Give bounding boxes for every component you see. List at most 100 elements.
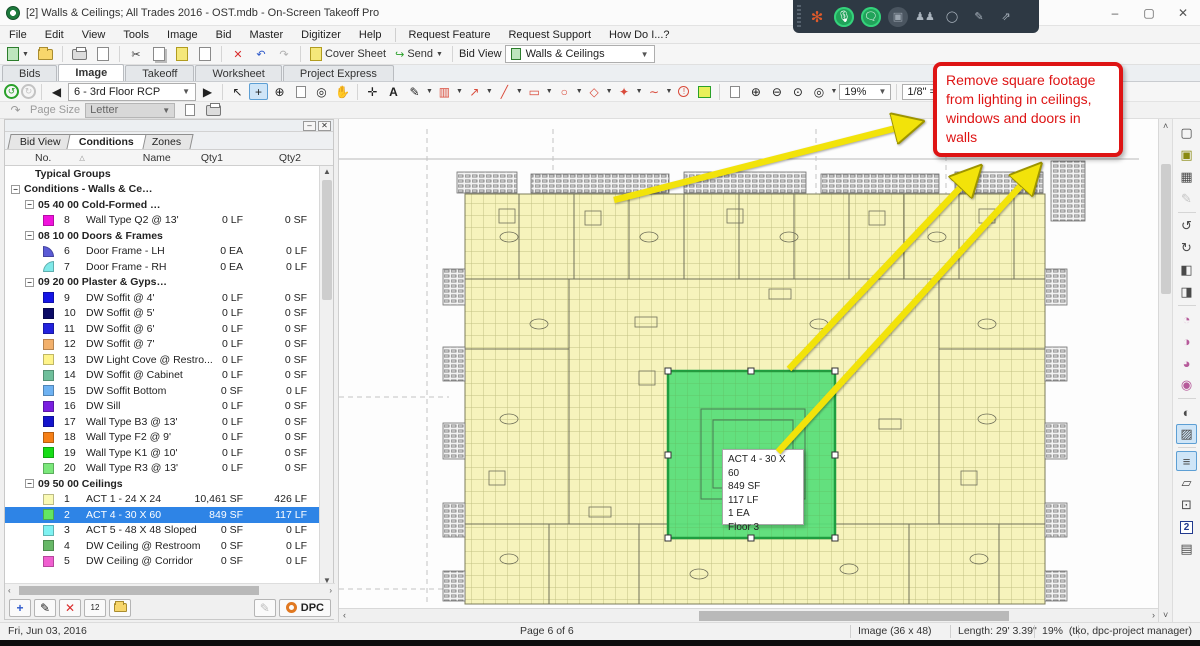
menu-file[interactable]: File	[0, 26, 36, 44]
condition-row[interactable]: 13DW Light Cove @ Restro...0 LF0 SF	[5, 352, 321, 368]
scroll-right-icon[interactable]: ›	[329, 586, 332, 595]
delete-condition-button[interactable]: ✕	[59, 599, 81, 617]
collapse-icon[interactable]: −	[25, 479, 34, 488]
pan-tool[interactable]: ✋	[333, 83, 352, 100]
scroll-thumb[interactable]	[1161, 164, 1171, 294]
condition-row[interactable]: 15DW Soffit Bottom0 SF0 LF	[5, 383, 321, 399]
issue-annotation-tool[interactable]: !	[674, 83, 693, 100]
image-adjust-icon[interactable]: ▨	[1176, 424, 1197, 444]
tab-project-express[interactable]: Project Express	[283, 65, 394, 81]
select-tool[interactable]: ↖	[228, 83, 247, 100]
menu-image[interactable]: Image	[158, 26, 207, 44]
drawing-canvas[interactable]: ACT 4 - 30 X 60849 SF117 LF1 EAFloor 3 ‹…	[338, 119, 1158, 622]
zoom-level-selector[interactable]: 19%▼	[839, 84, 891, 100]
add-condition-button[interactable]: +	[9, 599, 31, 617]
condition-row[interactable]: 17Wall Type B3 @ 13'0 LF0 SF	[5, 414, 321, 430]
tab-takeoff[interactable]: Takeoff	[125, 65, 194, 81]
participants-icon[interactable]: ♟♟	[915, 7, 935, 27]
zoom-page-tool[interactable]	[291, 83, 310, 100]
condition-row[interactable]: 16DW Sill0 LF0 SF	[5, 399, 321, 415]
scroll-up-icon[interactable]: ˄	[1163, 121, 1168, 131]
panel-collapse-button[interactable]: –	[303, 121, 316, 131]
scroll-down-icon[interactable]: ˅	[1163, 610, 1168, 620]
select-region-icon[interactable]: ▢	[1176, 123, 1197, 143]
tab-worksheet[interactable]: Worksheet	[195, 65, 281, 81]
condition-row[interactable]: 19Wall Type K1 @ 10'0 LF0 SF	[5, 445, 321, 461]
canvas-vertical-scrollbar[interactable]: ˄ ˅	[1158, 119, 1172, 622]
flip-vertical-icon[interactable]: ◨	[1176, 282, 1197, 302]
bid-view-selector[interactable]: Walls & Ceilings ▼	[505, 45, 655, 63]
nav-forward-icon[interactable]: ↻	[21, 84, 36, 99]
condition-row[interactable]: 4DW Ceiling @ Restroom0 SF0 LF	[5, 538, 321, 554]
zoom-options-icon[interactable]: ◎	[809, 83, 828, 100]
stamp-icon[interactable]: ✎	[254, 599, 276, 617]
condition-row[interactable]: 10DW Soffit @ 5'0 LF0 SF	[5, 306, 321, 322]
condition-row[interactable]: 5DW Ceiling @ Corridor0 SF0 LF	[5, 554, 321, 570]
panel-tab-zones[interactable]: Zones	[139, 134, 193, 149]
zoom-in-icon[interactable]: ⊕	[746, 83, 765, 100]
show-image-icon[interactable]: ▣	[1176, 145, 1197, 165]
condition-row[interactable]: 8Wall Type Q2 @ 13'0 LF0 SF	[5, 213, 321, 229]
condition-group-row[interactable]: −05 40 00 Cold-Formed Metal Framing	[5, 197, 321, 213]
duplicate-page-icon[interactable]: ⊡	[1176, 495, 1197, 515]
print-preview-button[interactable]	[93, 45, 113, 63]
next-page-button[interactable]: ▶	[198, 83, 217, 100]
copy-button[interactable]	[149, 45, 169, 63]
chat-button[interactable]: 🗨	[861, 7, 881, 27]
dimension-tool[interactable]: ✛	[363, 83, 382, 100]
condition-row[interactable]: 18Wall Type F2 @ 9'0 LF0 SF	[5, 430, 321, 446]
annotate-pencil-icon[interactable]: ✎	[969, 7, 989, 27]
dpc-button[interactable]: DPC	[279, 599, 331, 617]
rotate-left-icon[interactable]: ↺	[1176, 216, 1197, 236]
find-button[interactable]	[195, 45, 215, 63]
widget-drag-handle[interactable]	[797, 5, 801, 28]
polygon-annotation-tool[interactable]: ◇	[585, 83, 604, 100]
page-selector[interactable]: 6 - 3rd Floor RCP▼	[68, 83, 196, 101]
wipe-mode-4-icon[interactable]: ◉	[1176, 375, 1197, 395]
condition-row[interactable]: 6Door Frame - LH0 EA0 LF	[5, 244, 321, 260]
scroll-left-icon[interactable]: ‹	[343, 610, 346, 620]
new-group-button[interactable]	[109, 599, 131, 617]
condition-row[interactable]: 20Wall Type R3 @ 13'0 LF0 SF	[5, 461, 321, 477]
arrow-annotation-tool[interactable]: ↗	[465, 83, 484, 100]
condition-group-row[interactable]: −Conditions - Walls & Ceilings	[5, 182, 321, 198]
menu-edit[interactable]: Edit	[36, 26, 73, 44]
flip-horizontal-icon[interactable]: ◧	[1176, 260, 1197, 280]
undo-icon[interactable]: ↶	[251, 45, 271, 63]
calendar-page-icon[interactable]: 2	[1176, 517, 1197, 537]
send-button[interactable]: ↪Send▼	[392, 45, 446, 63]
condition-group-row[interactable]: −08 10 00 Doors & Frames	[5, 228, 321, 244]
cut-button[interactable]: ✂	[126, 45, 146, 63]
canvas-horizontal-scrollbar[interactable]: ‹ ›	[339, 608, 1158, 622]
close-button[interactable]: ✕	[1166, 0, 1200, 26]
grid-lines-icon[interactable]: ▦	[1176, 167, 1197, 187]
rotate-page-icon[interactable]: ↷	[6, 102, 25, 119]
maximize-button[interactable]: ▢	[1132, 0, 1166, 26]
nav-back-icon[interactable]: ↺	[4, 84, 19, 99]
condition-row[interactable]: 12DW Soffit @ 7'0 LF0 SF	[5, 337, 321, 353]
zoom-tool[interactable]: ⊕	[270, 83, 289, 100]
line-annotation-tool[interactable]: ╱	[495, 83, 514, 100]
zoom-last-icon[interactable]: ⊙	[788, 83, 807, 100]
camera-button[interactable]: ▣	[888, 7, 908, 27]
renumber-button[interactable]: 12	[84, 599, 106, 617]
crosshair-tool[interactable]: +	[249, 83, 268, 100]
rectangle-annotation-tool[interactable]: ▭	[525, 83, 544, 100]
cover-sheet-button[interactable]: Cover Sheet	[307, 45, 389, 63]
zoom-out-icon[interactable]: ⊖	[767, 83, 786, 100]
menu-help[interactable]: Help	[350, 26, 391, 44]
wipe-mode-3-icon[interactable]: ◕	[1176, 353, 1197, 373]
print-button[interactable]	[69, 45, 90, 63]
collapse-icon[interactable]: −	[25, 200, 34, 209]
wipe-mode-1-icon[interactable]: ◔	[1176, 309, 1197, 329]
fill-annotation-tool[interactable]: ▥	[435, 83, 454, 100]
freehand-annotation-tool[interactable]: ∼	[645, 83, 664, 100]
cloud-annotation-tool[interactable]: ✦	[615, 83, 634, 100]
column-headers[interactable]: No. △ Name Qty1 Qty2	[5, 149, 333, 166]
legend-icon[interactable]: ▤	[1176, 539, 1197, 559]
overlay-pages-icon[interactable]: ▱	[1176, 473, 1197, 493]
edit-condition-button[interactable]: ✎	[34, 599, 56, 617]
menu-bid[interactable]: Bid	[207, 26, 241, 44]
print-page-icon[interactable]	[204, 102, 223, 119]
scroll-up-icon[interactable]: ▲	[323, 167, 331, 176]
